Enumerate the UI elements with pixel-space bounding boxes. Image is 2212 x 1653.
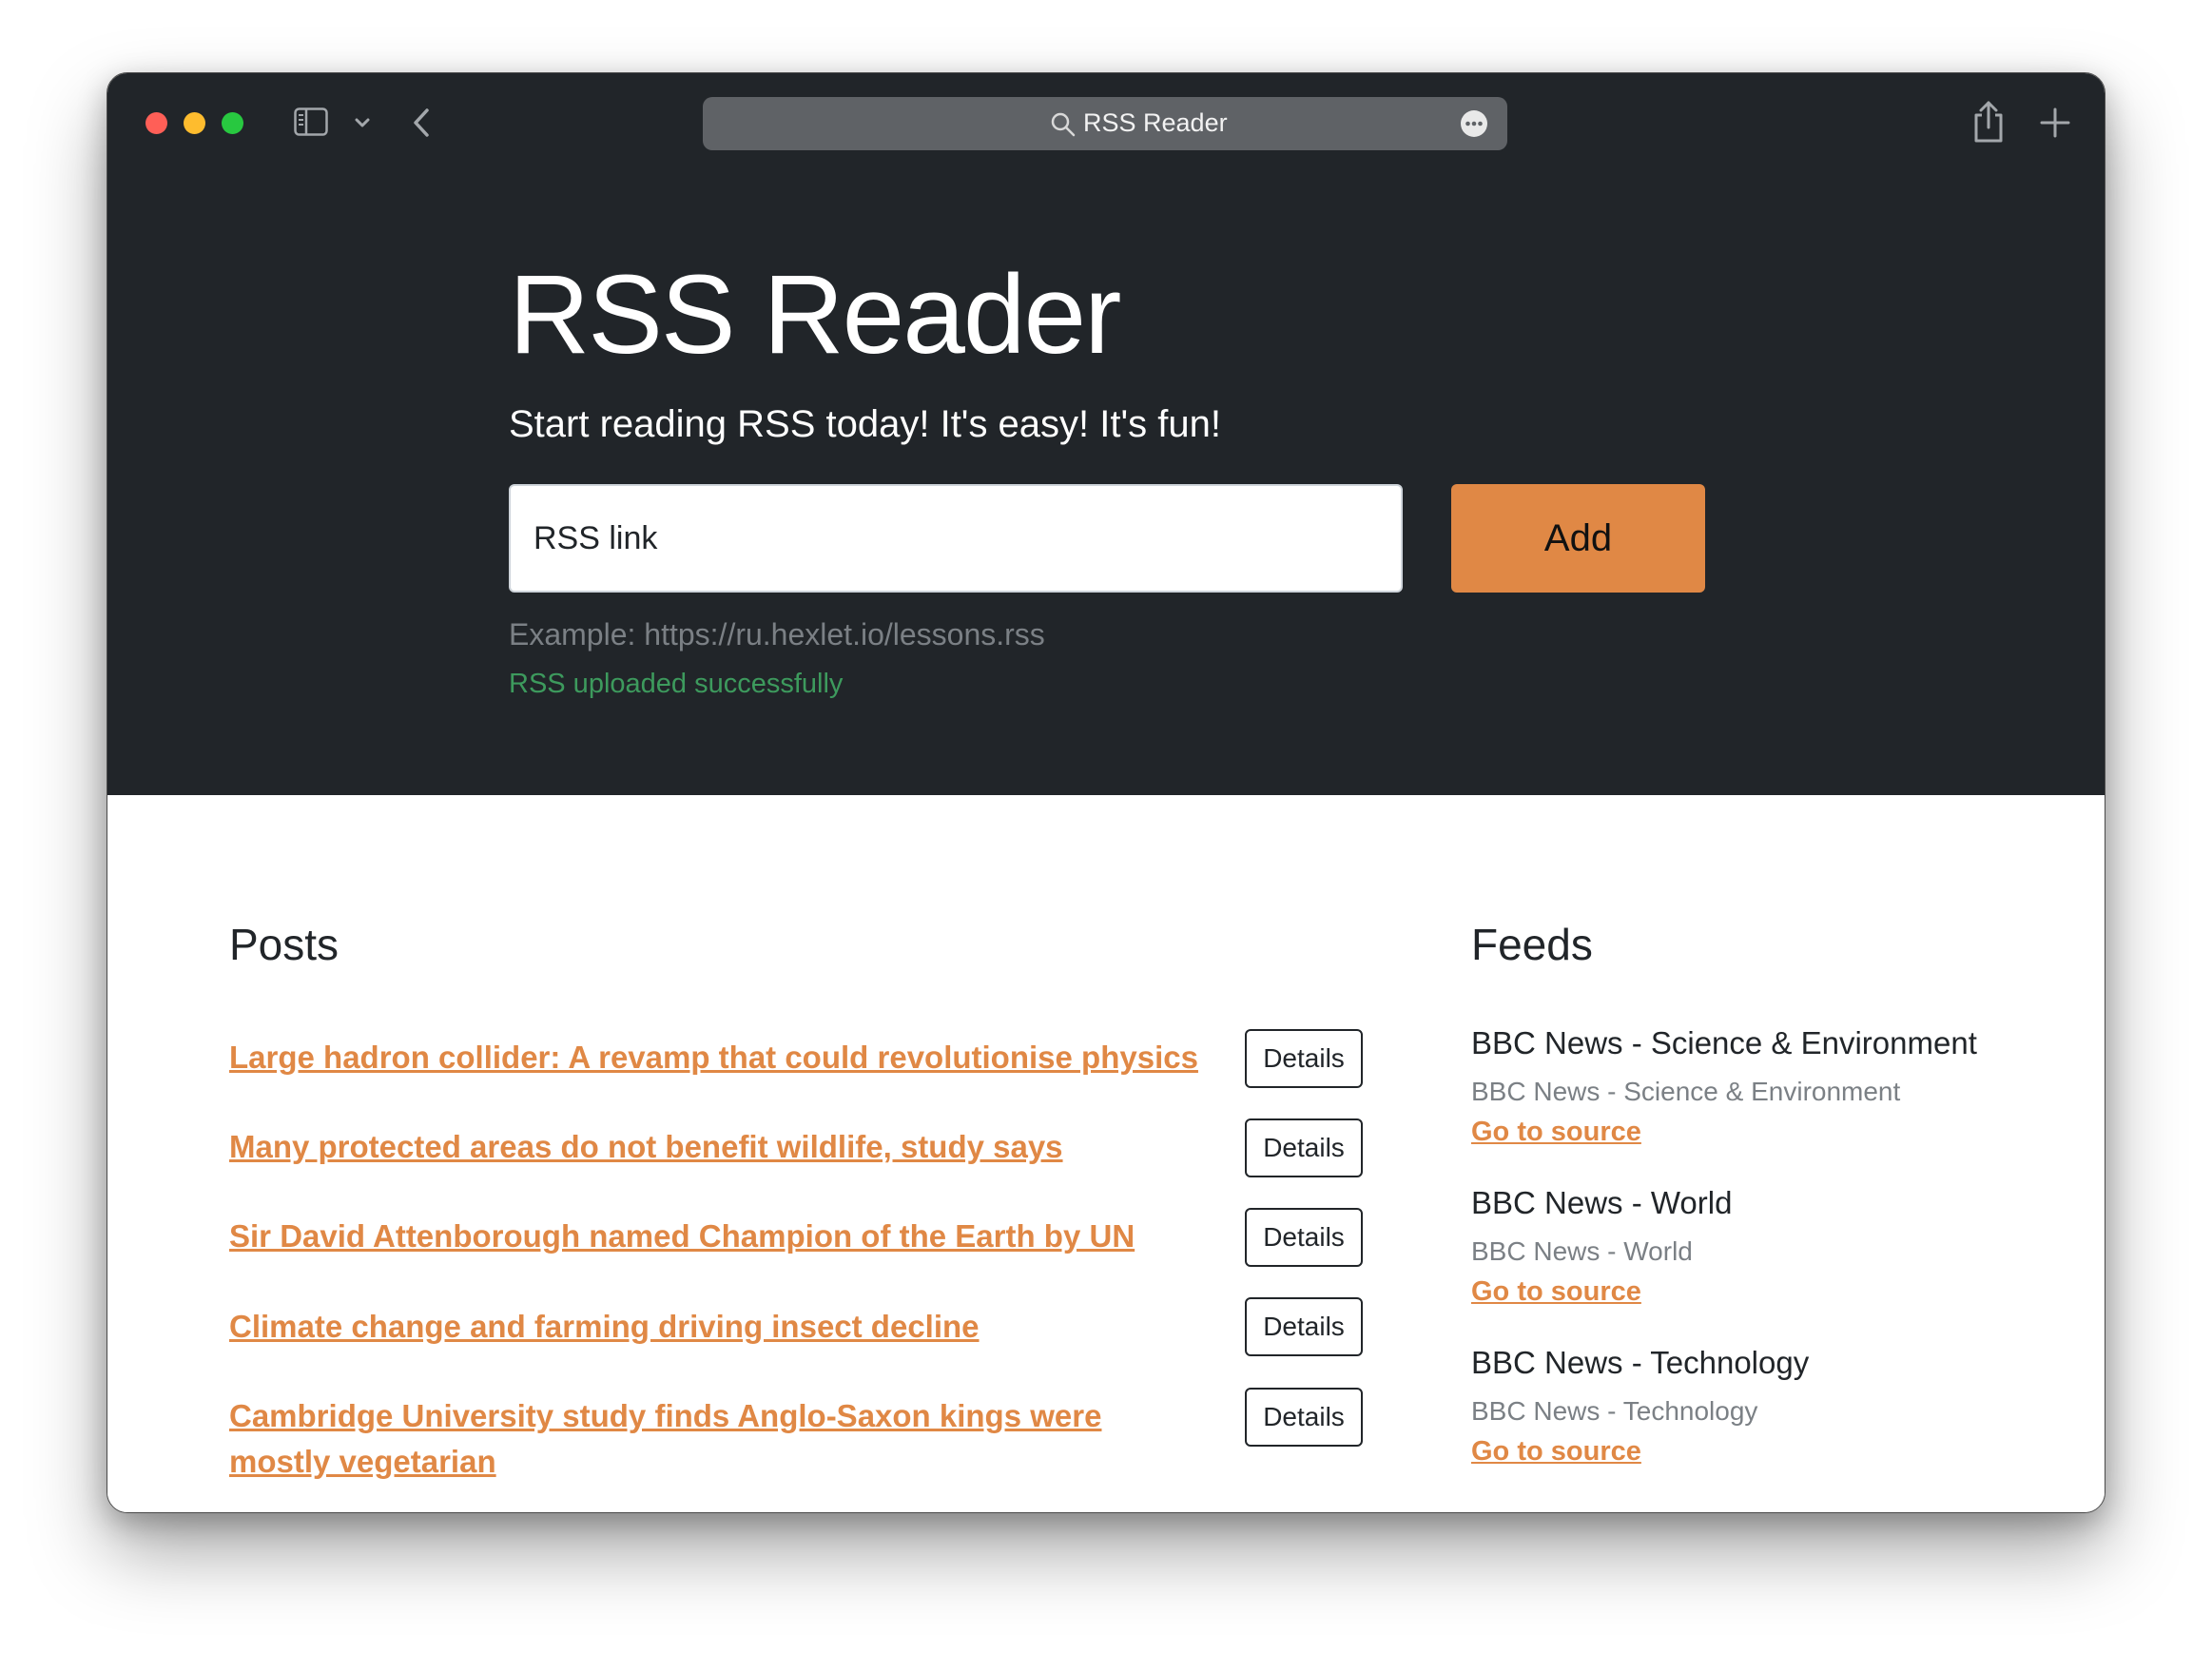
feed-title: BBC News - Technology [1471,1345,1810,1380]
details-button[interactable]: Details [1245,1118,1363,1177]
feed-title: BBC News - Science & Environment [1471,1025,1977,1060]
add-button[interactable]: Add [1451,484,1705,593]
back-icon[interactable] [408,106,435,140]
feed-title: BBC News - World [1471,1185,1733,1220]
feed-description: BBC News - Science & Environment [1471,1077,1901,1106]
feedback-message: RSS uploaded successfully [509,669,844,699]
go-to-source-link[interactable]: Go to source [1471,1436,1641,1468]
sidebar-toggle-icon[interactable] [294,107,328,136]
more-options-icon[interactable] [1460,109,1488,138]
go-to-source-link[interactable]: Go to source [1471,1117,1641,1148]
minimize-window-button[interactable] [184,112,205,134]
browser-toolbar: RSS Reader [107,73,2105,172]
rss-url-input[interactable] [509,484,1403,593]
share-icon[interactable] [1969,100,2008,144]
chevron-down-icon[interactable] [351,111,374,134]
new-tab-icon[interactable] [2038,106,2072,140]
details-button[interactable]: Details [1245,1029,1363,1088]
details-button[interactable]: Details [1245,1297,1363,1356]
browser-window: RSS Reader RSS Reader Start reading RSS … [107,72,2105,1513]
post-link[interactable]: Cambridge University study finds Anglo-S… [229,1393,1199,1485]
address-text: RSS Reader [1083,108,1228,137]
hero-section: RSS Reader Start reading RSS today! It's… [107,172,2105,795]
feed-description: BBC News - World [1471,1236,1693,1266]
address-bar[interactable]: RSS Reader [703,97,1507,150]
search-icon [1051,112,1076,137]
zoom-window-button[interactable] [222,112,243,134]
feed-description: BBC News - Technology [1471,1396,1758,1426]
example-hint: Example: https://ru.hexlet.io/lessons.rs… [509,617,1045,651]
content-section: Posts Large hadron collider: A revamp th… [107,795,2105,1512]
post-link[interactable]: Large hadron collider: A revamp that cou… [229,1035,1199,1080]
hero-lead: Start reading RSS today! It's easy! It's… [509,403,1221,445]
post-link[interactable]: Sir David Attenborough named Champion of… [229,1214,1199,1259]
details-button[interactable]: Details [1245,1388,1363,1447]
post-link[interactable]: Climate change and farming driving insec… [229,1304,1199,1350]
close-window-button[interactable] [146,112,167,134]
posts-heading: Posts [229,920,340,969]
page-title: RSS Reader [509,252,1121,378]
details-button[interactable]: Details [1245,1208,1363,1267]
post-link[interactable]: Many protected areas do not benefit wild… [229,1124,1199,1170]
feeds-heading: Feeds [1471,920,1593,969]
go-to-source-link[interactable]: Go to source [1471,1276,1641,1308]
